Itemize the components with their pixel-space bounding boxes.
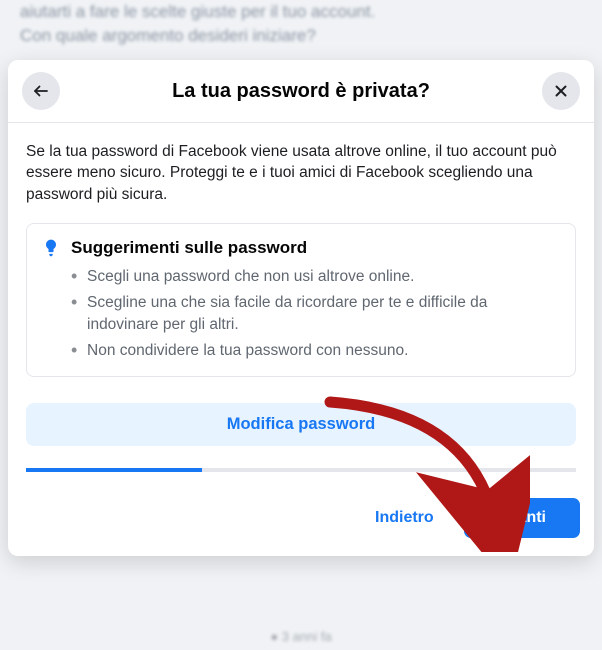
bg-timestamp: 3 anni fa <box>282 629 332 644</box>
modal-body: Se la tua password di Facebook viene usa… <box>8 123 594 482</box>
modal-header: La tua password è privata? <box>8 60 594 123</box>
bg-line-1: aiutarti a fare le scelte giuste per il … <box>20 2 375 21</box>
privacy-password-modal: La tua password è privata? Se la tua pas… <box>8 60 594 556</box>
back-icon-button[interactable] <box>22 72 60 110</box>
background-text-top: aiutarti a fare le scelte giuste per il … <box>0 0 602 48</box>
tips-list: Scegli una password che non usi altrove … <box>41 266 561 362</box>
close-icon-button[interactable] <box>542 72 580 110</box>
background-text-bottom: ● 3 anni fa <box>0 629 602 644</box>
tip-item: Non condividere la tua password con ness… <box>71 340 561 362</box>
tips-title: Suggerimenti sulle password <box>71 238 307 258</box>
tips-header: Suggerimenti sulle password <box>41 238 561 258</box>
bg-line-2: Con quale argomento desideri iniziare? <box>20 26 316 45</box>
tip-item: Scegli una password che non usi altrove … <box>71 266 561 288</box>
progress-empty <box>202 468 576 472</box>
modal-description: Se la tua password di Facebook viene usa… <box>26 141 576 205</box>
arrow-left-icon <box>32 82 50 100</box>
lightbulb-icon <box>41 238 61 258</box>
change-password-button[interactable]: Modifica password <box>26 403 576 446</box>
progress-filled <box>26 468 202 472</box>
close-icon <box>552 82 570 100</box>
password-tips-box: Suggerimenti sulle password Scegli una p… <box>26 223 576 377</box>
modal-footer: Indietro Avanti <box>8 482 594 556</box>
progress-bar <box>26 468 576 472</box>
modal-title: La tua password è privata? <box>60 80 542 103</box>
back-button[interactable]: Indietro <box>357 499 452 537</box>
next-button[interactable]: Avanti <box>464 498 580 538</box>
tip-item: Scegline una che sia facile da ricordare… <box>71 292 561 336</box>
